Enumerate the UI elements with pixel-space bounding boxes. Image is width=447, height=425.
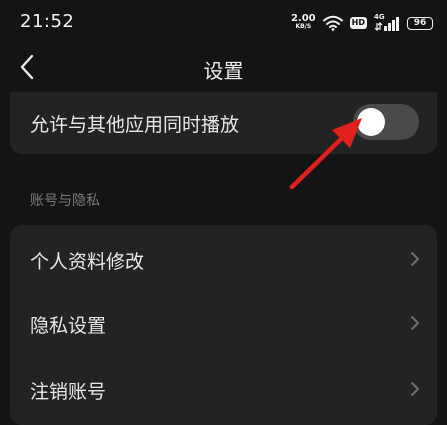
list-item-profile-edit[interactable]: 个人资料修改 <box>10 227 437 291</box>
account-privacy-card: 个人资料修改 隐私设置 注销账号 <box>10 225 437 425</box>
signal-icon <box>374 17 399 31</box>
header: 设置 <box>0 44 447 90</box>
list-item-label: 个人资料修改 <box>30 251 145 273</box>
signal-indicator: 4G <box>374 13 400 31</box>
background-play-toggle[interactable] <box>353 104 419 140</box>
status-time: 21:52 <box>20 11 75 32</box>
network-speed-value: 2.00 <box>290 13 316 24</box>
background-play-label: 允许与其他应用同时播放 <box>30 114 240 136</box>
hd-badge: HD <box>349 17 367 29</box>
section-label-account-privacy: 账号与隐私 <box>30 193 100 209</box>
chevron-right-icon <box>411 316 419 330</box>
list-item-label: 隐私设置 <box>30 315 107 337</box>
wifi-icon <box>322 15 343 31</box>
page-title: 设置 <box>203 59 244 83</box>
list-item-cancel-account[interactable]: 注销账号 <box>10 357 437 421</box>
list-item-label: 注销账号 <box>30 381 107 403</box>
status-icons: 2.00 KB/S HD 4G 96 <box>291 13 433 33</box>
network-speed: 2.00 KB/S <box>290 13 316 31</box>
background-play-card: 允许与其他应用同时播放 <box>10 92 437 154</box>
battery-icon: 96 <box>407 16 433 30</box>
chevron-right-icon <box>411 382 419 396</box>
status-bar: 21:52 2.00 KB/S HD 4G 96 <box>0 0 447 44</box>
list-item-privacy-settings[interactable]: 隐私设置 <box>10 291 437 355</box>
toggle-knob <box>357 108 385 136</box>
network-speed-unit: KB/S <box>295 23 312 30</box>
battery-level: 96 <box>413 18 427 28</box>
chevron-right-icon <box>411 252 419 266</box>
